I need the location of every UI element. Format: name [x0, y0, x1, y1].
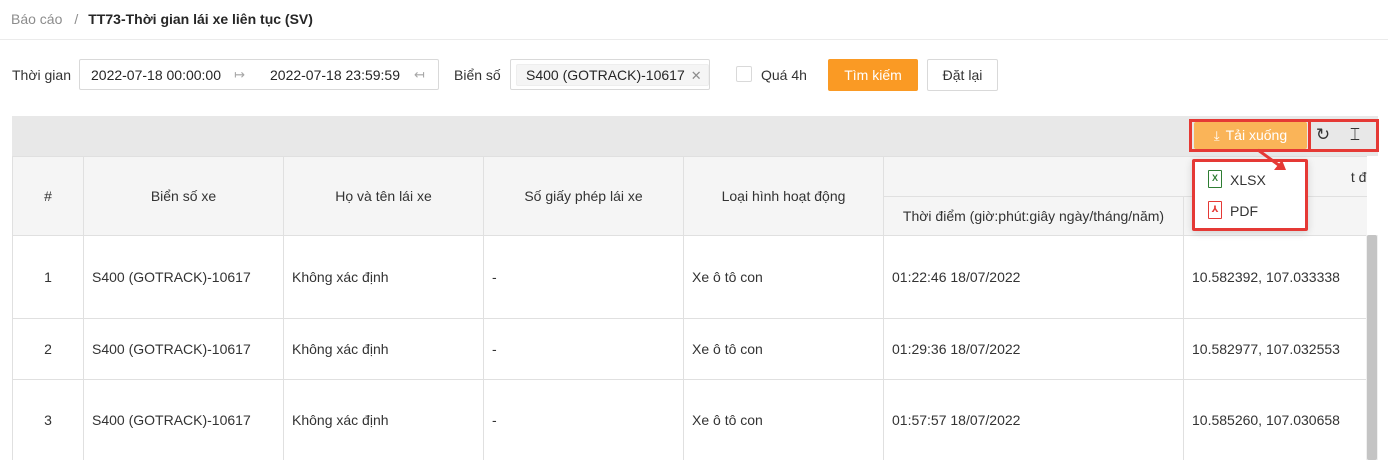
cell-index: 2	[12, 318, 84, 380]
cell-coords: 10.585260, 107.030658	[1182, 379, 1367, 460]
cell-time: 01:57:57 18/07/2022	[883, 379, 1184, 460]
cell-plate: S400 (GOTRACK)-10617	[83, 318, 284, 380]
column-header-activity[interactable]: Loại hình hoạt động	[683, 156, 884, 236]
date-to-input[interactable]: 2022-07-18 23:59:59	[270, 67, 400, 83]
cell-license: -	[483, 235, 684, 319]
column-header-plate[interactable]: Biển số xe	[83, 156, 284, 236]
cell-coords: 10.582977, 107.032553	[1182, 318, 1367, 380]
plate-tag-label: S400 (GOTRACK)-10617	[526, 67, 685, 83]
cell-time: 01:22:46 18/07/2022	[883, 235, 1184, 319]
cell-index: 3	[12, 379, 84, 460]
cell-plate: S400 (GOTRACK)-10617	[83, 235, 284, 319]
cell-driver: Không xác định	[283, 318, 484, 380]
tools-highlight-box	[1308, 119, 1379, 152]
search-button[interactable]: Tìm kiếm	[828, 59, 918, 91]
over-4h-label: Quá 4h	[761, 67, 807, 83]
cell-activity: Xe ô tô con	[683, 235, 884, 319]
column-header-license[interactable]: Số giấy phép lái xe	[483, 156, 684, 236]
cell-index: 1	[12, 235, 84, 319]
plate-tag: S400 (GOTRACK)-10617 ✕	[516, 64, 709, 86]
breadcrumb: Báo cáo / TT73-Thời gian lái xe liên tục (…	[0, 0, 1388, 40]
reset-button[interactable]: Đặt lại	[927, 59, 998, 91]
column-header-start-time[interactable]: Thời điểm (giờ:phút:giây ngày/tháng/năm)	[883, 196, 1184, 236]
cell-activity: Xe ô tô con	[683, 379, 884, 460]
column-header-index[interactable]: #	[12, 156, 84, 236]
range-end-icon: ↤	[414, 67, 425, 82]
breadcrumb-root-link[interactable]: Báo cáo	[11, 11, 62, 27]
range-arrow-icon: ↦	[234, 67, 245, 82]
cell-plate: S400 (GOTRACK)-10617	[83, 379, 284, 460]
breadcrumb-separator: /	[74, 11, 79, 27]
cell-driver: Không xác định	[283, 235, 484, 319]
time-label: Thời gian	[12, 67, 71, 83]
filter-bar: Thời gian 2022-07-18 00:00:00 ↦ 2022-07-…	[0, 58, 1388, 92]
cell-license: -	[483, 318, 684, 380]
cell-driver: Không xác định	[283, 379, 484, 460]
plate-label: Biển số	[454, 67, 501, 83]
download-highlight-box	[1189, 119, 1311, 152]
download-menu-label: PDF	[1230, 203, 1258, 219]
cell-time: 01:29:36 18/07/2022	[883, 318, 1184, 380]
table-row[interactable]: 2 S400 (GOTRACK)-10617 Không xác định - …	[12, 318, 1367, 380]
page-title: TT73-Thời gian lái xe liên tục (SV)	[88, 11, 313, 27]
pdf-file-icon: ⅄	[1208, 201, 1222, 219]
vertical-scrollbar-thumb[interactable]	[1367, 235, 1377, 460]
table-row[interactable]: 1 S400 (GOTRACK)-10617 Không xác định - …	[12, 235, 1367, 319]
xlsx-file-icon: X	[1208, 170, 1222, 188]
date-from-input[interactable]: 2022-07-18 00:00:00	[91, 67, 221, 83]
plate-select[interactable]: S400 (GOTRACK)-10617 ✕	[510, 59, 710, 90]
close-icon[interactable]: ✕	[691, 68, 702, 83]
report-table: # Biển số xe Họ và tên lái xe Số giấy ph…	[12, 156, 1367, 460]
download-menu-item-pdf[interactable]: ⅄ PDF	[1204, 200, 1304, 222]
cell-activity: Xe ô tô con	[683, 318, 884, 380]
cell-license: -	[483, 379, 684, 460]
cell-coords: 10.582392, 107.033338	[1182, 235, 1367, 319]
over-4h-checkbox[interactable]	[736, 66, 752, 82]
pointer-arrow-icon	[1257, 148, 1286, 170]
table-toolbar	[12, 116, 1378, 156]
date-range-picker[interactable]: 2022-07-18 00:00:00 ↦ 2022-07-18 23:59:5…	[79, 59, 439, 90]
column-header-driver[interactable]: Họ và tên lái xe	[283, 156, 484, 236]
table-row[interactable]: 3 S400 (GOTRACK)-10617 Không xác định - …	[12, 379, 1367, 460]
